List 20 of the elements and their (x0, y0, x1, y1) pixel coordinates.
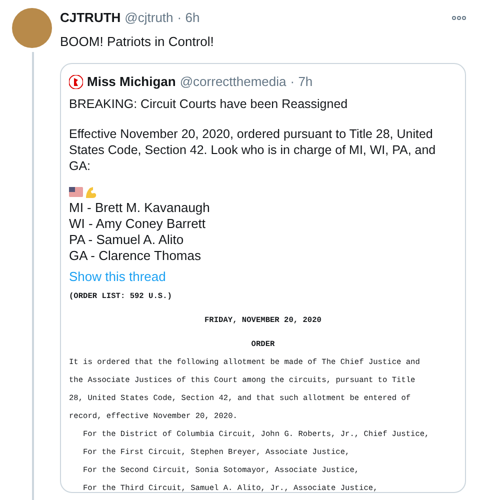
tweet-time[interactable]: · 6h (177, 8, 200, 28)
more-icon[interactable] (452, 16, 466, 20)
avatar[interactable] (12, 8, 52, 48)
profile-icon (69, 74, 83, 89)
quote-card[interactable] (60, 63, 466, 493)
author-handle: @cjtruth (124, 9, 174, 27)
tweet-text: BOOM! Patriots in Control! (60, 32, 215, 50)
quote-paragraph: BREAKING: Circuit Courts have been Reassigned (69, 96, 349, 112)
show-thread-link[interactable]: Show this thread (69, 266, 457, 286)
assignment-line: WI - Amy Coney Barrett (69, 216, 207, 232)
flexed-arm-icon (84, 186, 98, 200)
quote-author-name: Miss Michigan (87, 73, 176, 91)
author-name[interactable]: CJTRUTH (60, 8, 121, 28)
assignment-line: MI - Brett M. Kavanaugh (69, 200, 211, 216)
assignment-line: PA - Samuel A. Alito (69, 232, 185, 248)
flag-icon (69, 186, 83, 198)
assignment-line: GA - Clarence Thomas (69, 248, 202, 264)
quote-author-handle: @correctthemedia (180, 73, 286, 91)
quote-paragraph: Effective November 20, 2020, ordered pursuant to Title 28, United States Code, Section 42. Look who is in charge of MI, WI, PA, and GA: (69, 126, 437, 174)
quote-time: · 7h (290, 73, 313, 91)
